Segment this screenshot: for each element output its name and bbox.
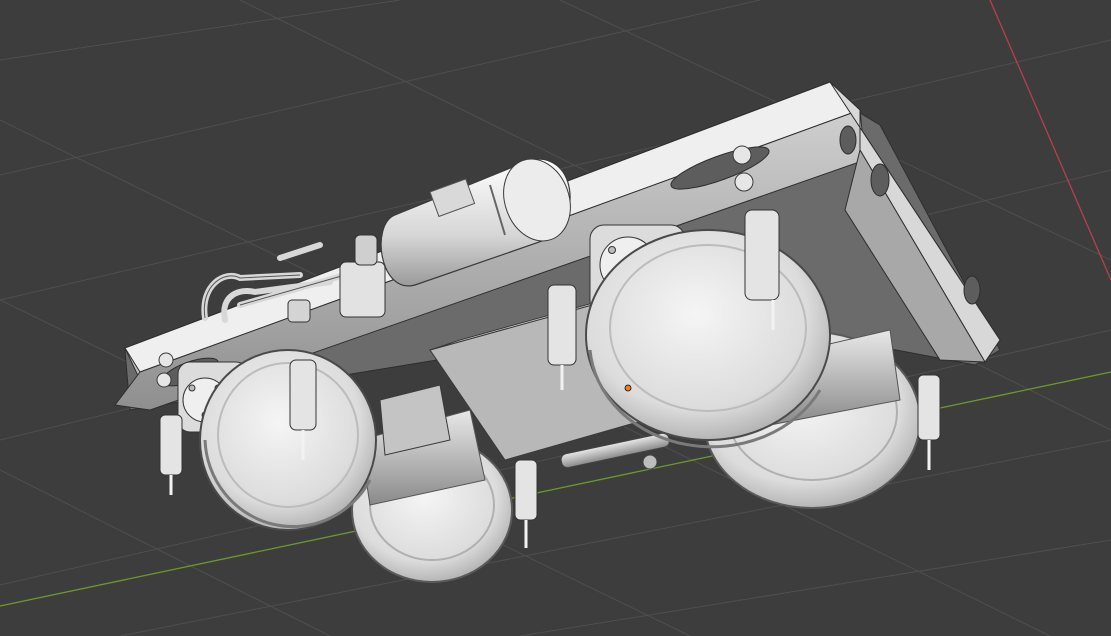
frame-end-hole-3: [963, 275, 981, 305]
3d-viewport[interactable]: [0, 0, 1111, 636]
object-origin-dot: [624, 384, 632, 392]
frame-end-hole-2: [870, 163, 890, 197]
viewport-canvas[interactable]: [0, 0, 1111, 636]
x-axis-line: [989, 0, 1111, 281]
frame-end-hole-1: [839, 125, 857, 155]
front-wheel-left: [199, 349, 377, 531]
